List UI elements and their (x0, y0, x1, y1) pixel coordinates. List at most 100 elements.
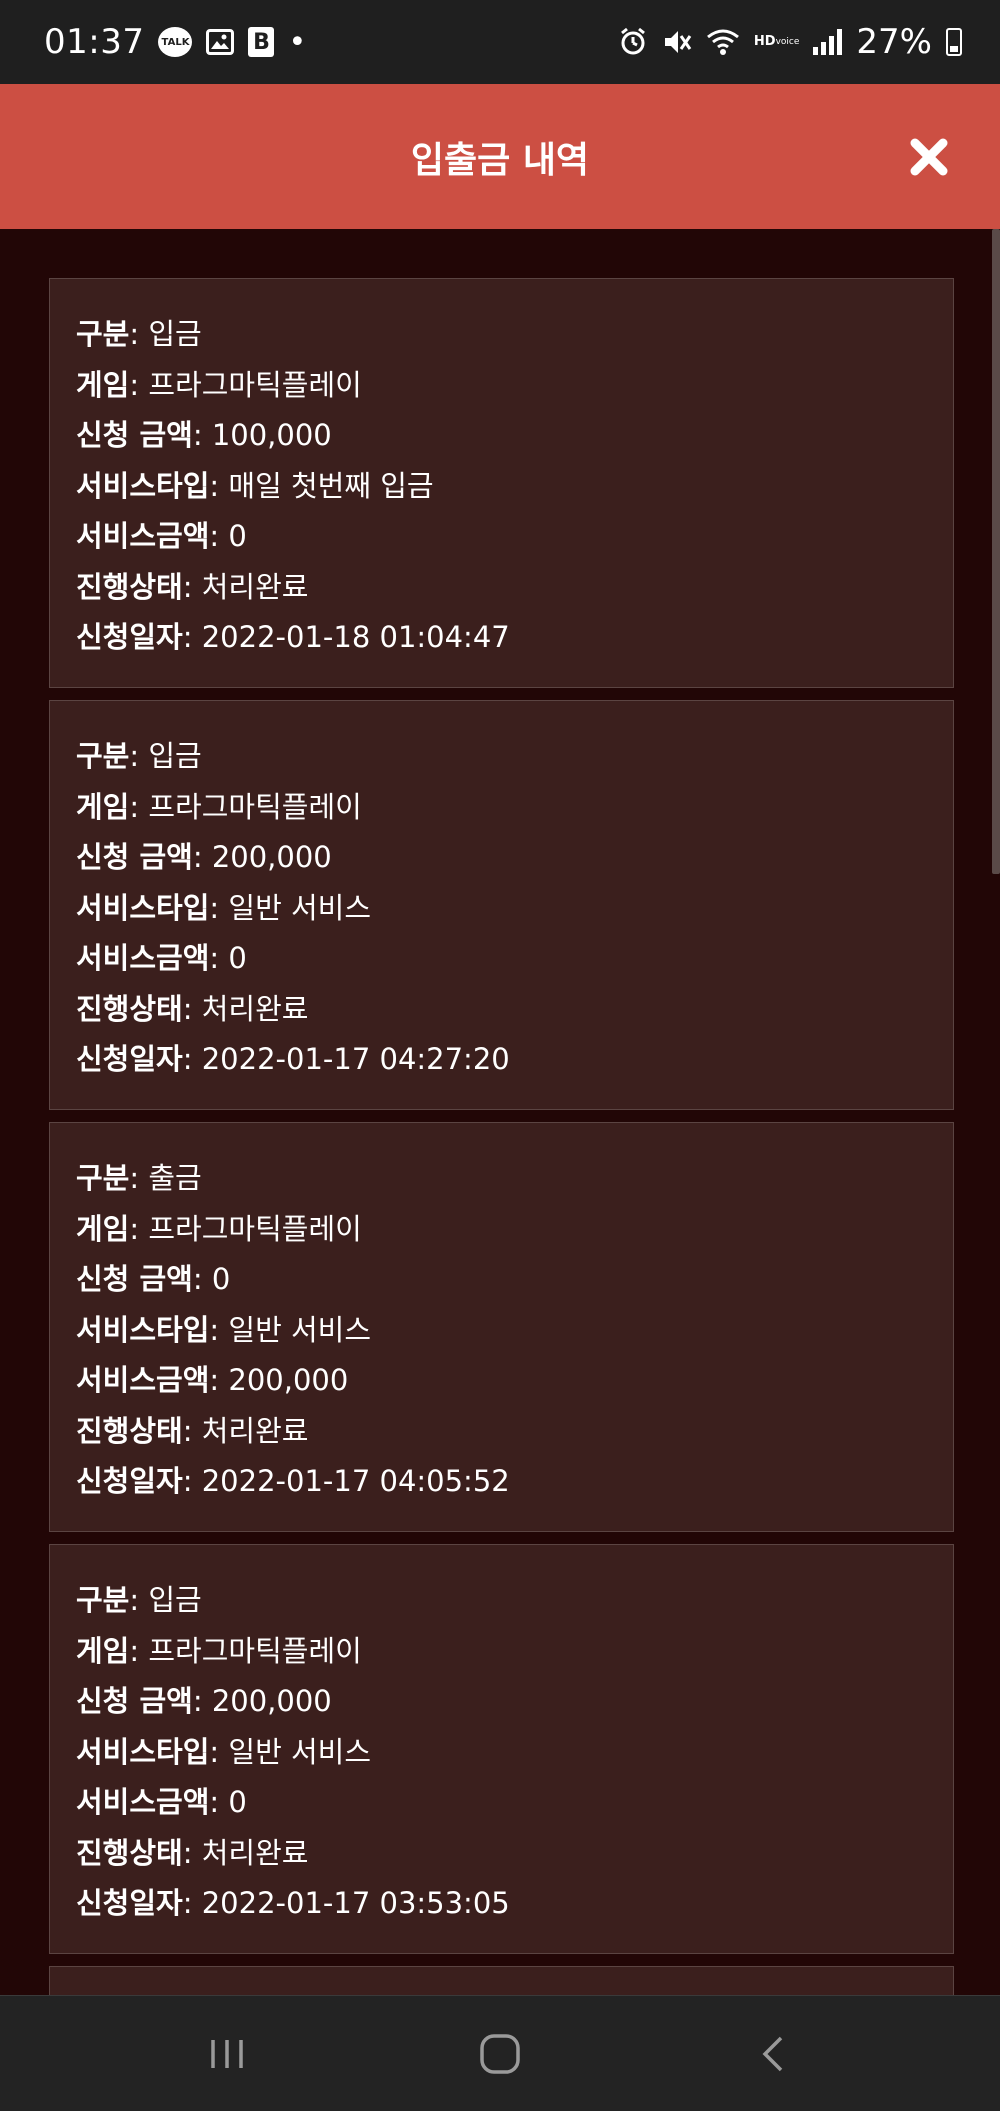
band-notification-icon: B (248, 27, 275, 57)
game-value: 프라그마틱플레이 (148, 1211, 362, 1246)
row-type: 구분: 입금 (76, 739, 202, 773)
status-value: 처리완료 (201, 991, 309, 1026)
service-type-label: 서비스타입 (76, 1734, 210, 1769)
service-type-value: 일반 서비스 (228, 890, 372, 925)
hd-label: HD (753, 34, 776, 49)
date-value: 2022-01-17 04:05:52 (201, 1464, 510, 1498)
row-service-amount: 서비스금액: 200,000 (76, 1363, 349, 1397)
scrollbar[interactable] (992, 229, 1000, 874)
row-game: 게임: 프라그마틱플레이 (76, 1633, 362, 1668)
service-type-label: 서비스타입 (76, 890, 210, 925)
date-label: 신청일자 (76, 1042, 183, 1076)
cellular-signal-icon (813, 29, 843, 55)
row-service-type: 서비스타입: 일반 서비스 (76, 1312, 372, 1347)
hd-voice-icon: HD voice (753, 34, 800, 49)
date-label: 신청일자 (76, 1886, 183, 1920)
status-value: 처리완료 (201, 1413, 309, 1448)
battery-charging-icon (946, 28, 962, 56)
type-label: 구분 (76, 1583, 130, 1617)
status-bar: 01:37 TALK B • HD voice 27% (0, 0, 1000, 84)
status-value: 처리완료 (201, 1835, 309, 1870)
service-amount-label: 서비스금액 (76, 1785, 210, 1819)
more-notifications-dot-icon: • (288, 24, 307, 60)
date-value: 2022-01-17 04:27:20 (201, 1042, 510, 1076)
amount-value: 200,000 (211, 1684, 332, 1718)
amount-value: 0 (211, 1262, 231, 1296)
service-amount-label: 서비스금액 (76, 941, 210, 975)
status-bar-right: HD voice 27% (618, 22, 962, 62)
row-status: 진행상태: 처리완료 (76, 1835, 309, 1870)
date-label: 신청일자 (76, 1464, 183, 1498)
type-label: 구분 (76, 317, 130, 351)
date-value: 2022-01-17 03:53:05 (201, 1886, 510, 1920)
status-bar-left: 01:37 TALK B • (44, 22, 306, 62)
transaction-card: 구분: 입금 게임: 프라그마틱플레이 신청 금액: 200,000 서비스타입… (49, 1544, 954, 1954)
service-amount-value: 0 (228, 1785, 247, 1819)
row-service-type: 서비스타입: 매일 첫번째 입금 (76, 468, 434, 503)
amount-value: 200,000 (211, 840, 332, 874)
service-type-value: 일반 서비스 (228, 1734, 372, 1769)
row-status: 진행상태: 처리완료 (76, 991, 309, 1026)
service-amount-value: 0 (228, 519, 247, 553)
status-time: 01:37 (44, 22, 145, 62)
game-value: 프라그마틱플레이 (148, 367, 362, 402)
transaction-card: 구분: 출금 게임: 프라그마틱플레이 신청 금액: 0 서비스타입: 일반 서… (49, 1122, 954, 1532)
row-date: 신청일자: 2022-01-17 04:05:52 (76, 1464, 510, 1498)
amount-label: 신청 금액 (76, 1684, 193, 1718)
type-value: 입금 (148, 317, 202, 351)
row-status: 진행상태: 처리완료 (76, 1413, 309, 1448)
system-navigation-bar (0, 1995, 1000, 2111)
row-amount: 신청 금액: 200,000 (76, 1684, 332, 1718)
service-amount-value: 0 (228, 941, 247, 975)
battery-percent: 27% (856, 22, 932, 62)
mute-icon (662, 27, 692, 57)
transaction-list: 구분: 입금 게임: 프라그마틱플레이 신청 금액: 100,000 서비스타입… (49, 278, 954, 2006)
game-value: 프라그마틱플레이 (148, 1633, 362, 1668)
row-type: 구분: 입금 (76, 1583, 202, 1617)
row-type: 구분: 입금 (76, 317, 202, 351)
game-label: 게임 (76, 367, 130, 402)
status-value: 처리완료 (201, 569, 309, 604)
row-amount: 신청 금액: 0 (76, 1262, 231, 1296)
page-title: 입출금 내역 (410, 139, 590, 181)
amount-value: 100,000 (211, 418, 332, 452)
back-button[interactable] (733, 2014, 813, 2094)
row-service-type: 서비스타입: 일반 서비스 (76, 890, 372, 925)
service-type-value: 일반 서비스 (228, 1312, 372, 1347)
status-label: 진행상태 (76, 1835, 183, 1870)
row-date: 신청일자: 2022-01-18 01:04:47 (76, 620, 510, 654)
row-service-amount: 서비스금액: 0 (76, 941, 247, 975)
gallery-notification-icon (206, 29, 235, 55)
back-chevron-icon (762, 2036, 783, 2071)
row-status: 진행상태: 처리완료 (76, 569, 309, 604)
status-label: 진행상태 (76, 991, 183, 1026)
wifi-icon (706, 27, 740, 57)
type-value: 출금 (148, 1161, 202, 1195)
service-amount-label: 서비스금액 (76, 519, 210, 553)
status-label: 진행상태 (76, 569, 183, 604)
service-amount-label: 서비스금액 (76, 1363, 210, 1397)
row-amount: 신청 금액: 100,000 (76, 418, 332, 452)
transaction-card: 구분: 입금 게임: 프라그마틱플레이 신청 금액: 200,000 서비스타입… (49, 700, 954, 1110)
game-label: 게임 (76, 1633, 130, 1668)
home-button[interactable] (460, 2014, 540, 2094)
service-type-label: 서비스타입 (76, 468, 210, 503)
date-value: 2022-01-18 01:04:47 (201, 620, 510, 654)
row-date: 신청일자: 2022-01-17 04:27:20 (76, 1042, 510, 1076)
row-game: 게임: 프라그마틱플레이 (76, 1211, 362, 1246)
kakaotalk-notification-icon: TALK (158, 27, 193, 57)
service-amount-value: 200,000 (228, 1363, 349, 1397)
close-button[interactable] (906, 134, 952, 180)
hd-sub-label: voice (775, 37, 800, 47)
close-icon (910, 138, 948, 175)
service-type-value: 매일 첫번째 입금 (228, 468, 434, 503)
row-date: 신청일자: 2022-01-17 03:53:05 (76, 1886, 510, 1920)
recent-apps-button[interactable] (187, 2014, 267, 2094)
row-service-type: 서비스타입: 일반 서비스 (76, 1734, 372, 1769)
home-icon (480, 2033, 520, 2074)
page-header: 입출금 내역 (0, 84, 1000, 229)
alarm-icon (618, 27, 648, 57)
row-game: 게임: 프라그마틱플레이 (76, 367, 362, 402)
type-value: 입금 (148, 739, 202, 773)
row-service-amount: 서비스금액: 0 (76, 1785, 247, 1819)
